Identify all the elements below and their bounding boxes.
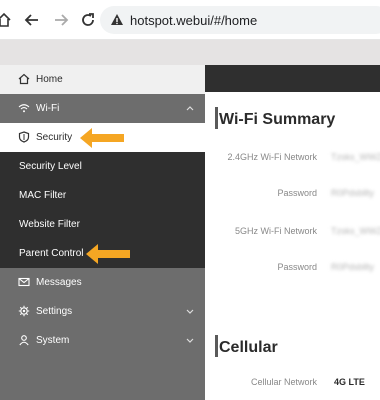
gear-icon [18, 305, 30, 317]
section-title: Cellular [219, 339, 278, 356]
top-strip [205, 65, 380, 92]
sidebar-item-settings[interactable]: Settings [0, 297, 205, 326]
chevron-down-icon [186, 338, 194, 343]
sidebar-item-home[interactable]: Home [0, 65, 205, 94]
home-icon [18, 73, 30, 85]
section-marker [215, 107, 218, 129]
sidebar-item-label: System [36, 335, 70, 346]
main-content: Wi-Fi Summary 2.4GHz Wi-Fi Network Tzsks… [205, 65, 380, 400]
browser-toolbar: hotspot.webui/#/home [0, 0, 380, 40]
section-title: Wi-Fi Summary [219, 111, 336, 128]
sidebar-item-messages[interactable]: Messages [0, 268, 205, 297]
header-band [0, 40, 380, 65]
back-arrow-icon[interactable] [22, 10, 42, 30]
pointer-arrow-security [80, 128, 124, 148]
row-label: Password [277, 188, 317, 198]
row-label: Password [277, 262, 317, 272]
sidebar-item-label: MAC Filter [19, 190, 67, 201]
sidebar-item-label: Website Filter [19, 219, 80, 230]
chevron-down-icon [186, 309, 194, 314]
shield-icon [18, 131, 30, 143]
sidebar-item-label: Home [36, 74, 63, 85]
user-icon [19, 335, 29, 346]
sidebar-item-wifi[interactable]: Wi-Fi [0, 94, 205, 123]
url-bar[interactable]: hotspot.webui/#/home [100, 6, 380, 34]
chevron-up-icon [186, 106, 194, 111]
warning-icon[interactable] [110, 13, 124, 27]
forward-arrow-icon[interactable] [51, 10, 71, 30]
sidebar-item-label: Parent Control [19, 248, 84, 259]
sidebar-item-label: Security [36, 132, 73, 143]
reload-icon[interactable] [78, 10, 98, 30]
row-label: 2.4GHz Wi-Fi Network [227, 152, 317, 162]
row-value: R0Pdsbllty [331, 188, 375, 198]
url-text: hotspot.webui/#/home [130, 13, 258, 28]
sidebar-item-system[interactable]: System [0, 326, 205, 355]
sidebar-item-label: Messages [36, 277, 82, 288]
home-icon[interactable] [0, 10, 14, 30]
cellular-card: Cellular Cellular Network 4G LTE [205, 321, 380, 400]
row-value: Tzsks_WWZ [331, 152, 380, 162]
wifi-summary-card: Wi-Fi Summary 2.4GHz Wi-Fi Network Tzsks… [205, 92, 380, 352]
row-label: 5GHz Wi-Fi Network [234, 226, 317, 236]
sidebar-item-label: Security Level [19, 161, 82, 172]
cellular-network-value: 4G LTE [334, 377, 365, 387]
sidebar-item-label: Wi-Fi [36, 103, 60, 114]
row-value: R0Pdsbllty [331, 262, 375, 272]
section-marker [215, 335, 218, 357]
wifi-icon [18, 104, 30, 113]
row-value: Tzsks_WWZ [331, 226, 380, 236]
envelope-icon [18, 277, 30, 287]
row-label: Cellular Network [250, 377, 317, 387]
sidebar-item-label: Settings [36, 306, 73, 317]
